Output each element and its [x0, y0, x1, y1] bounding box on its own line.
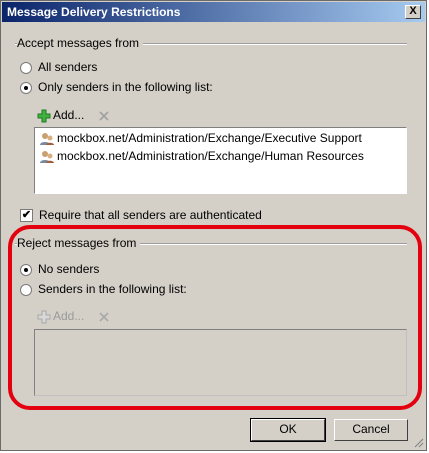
list-item[interactable]: mockbox.net/Administration/Exchange/Huma…	[39, 147, 364, 165]
reject-add-button[interactable]: Add...	[37, 307, 84, 325]
all-senders-label[interactable]: All senders	[38, 60, 97, 74]
only-senders-radio[interactable]	[20, 82, 32, 94]
list-item-text: mockbox.net/Administration/Exchange/Exec…	[57, 131, 362, 145]
resize-grip-icon[interactable]	[412, 436, 424, 448]
list-item-text: mockbox.net/Administration/Exchange/Huma…	[57, 149, 364, 163]
require-auth-checkbox[interactable]: ✔	[20, 209, 33, 222]
ok-button[interactable]: OK	[250, 418, 326, 442]
list-item[interactable]: mockbox.net/Administration/Exchange/Exec…	[39, 129, 362, 147]
all-senders-radio[interactable]	[20, 62, 32, 74]
close-button[interactable]: X	[405, 5, 421, 19]
accept-remove-icon[interactable]	[98, 110, 110, 122]
window-title: Message Delivery Restrictions	[7, 5, 181, 19]
reject-group-label: Reject messages from	[17, 236, 141, 250]
title-bar: Message Delivery Restrictions X	[2, 2, 425, 22]
accept-group-label: Accept messages from	[17, 36, 144, 50]
no-senders-radio[interactable]	[20, 264, 32, 276]
reject-senders-list[interactable]	[34, 329, 407, 396]
message-delivery-restrictions-dialog: Message Delivery Restrictions X Accept m…	[0, 0, 427, 451]
plus-icon	[37, 109, 51, 123]
reject-remove-icon[interactable]	[98, 311, 110, 323]
user-group-icon	[40, 132, 54, 145]
user-group-icon	[40, 150, 54, 163]
no-senders-label[interactable]: No senders	[38, 262, 99, 276]
accept-add-label: Add...	[53, 108, 85, 122]
senders-list-radio[interactable]	[20, 284, 32, 296]
plus-icon	[37, 310, 51, 324]
reject-add-label: Add...	[53, 309, 85, 323]
cancel-button[interactable]: Cancel	[334, 419, 408, 441]
only-senders-label[interactable]: Only senders in the following list:	[38, 80, 213, 94]
senders-list-label[interactable]: Senders in the following list:	[38, 282, 187, 296]
accept-senders-list[interactable]: mockbox.net/Administration/Exchange/Exec…	[34, 127, 407, 194]
require-auth-label[interactable]: Require that all senders are authenticat…	[39, 208, 262, 222]
accept-add-button[interactable]: Add...	[37, 106, 84, 124]
